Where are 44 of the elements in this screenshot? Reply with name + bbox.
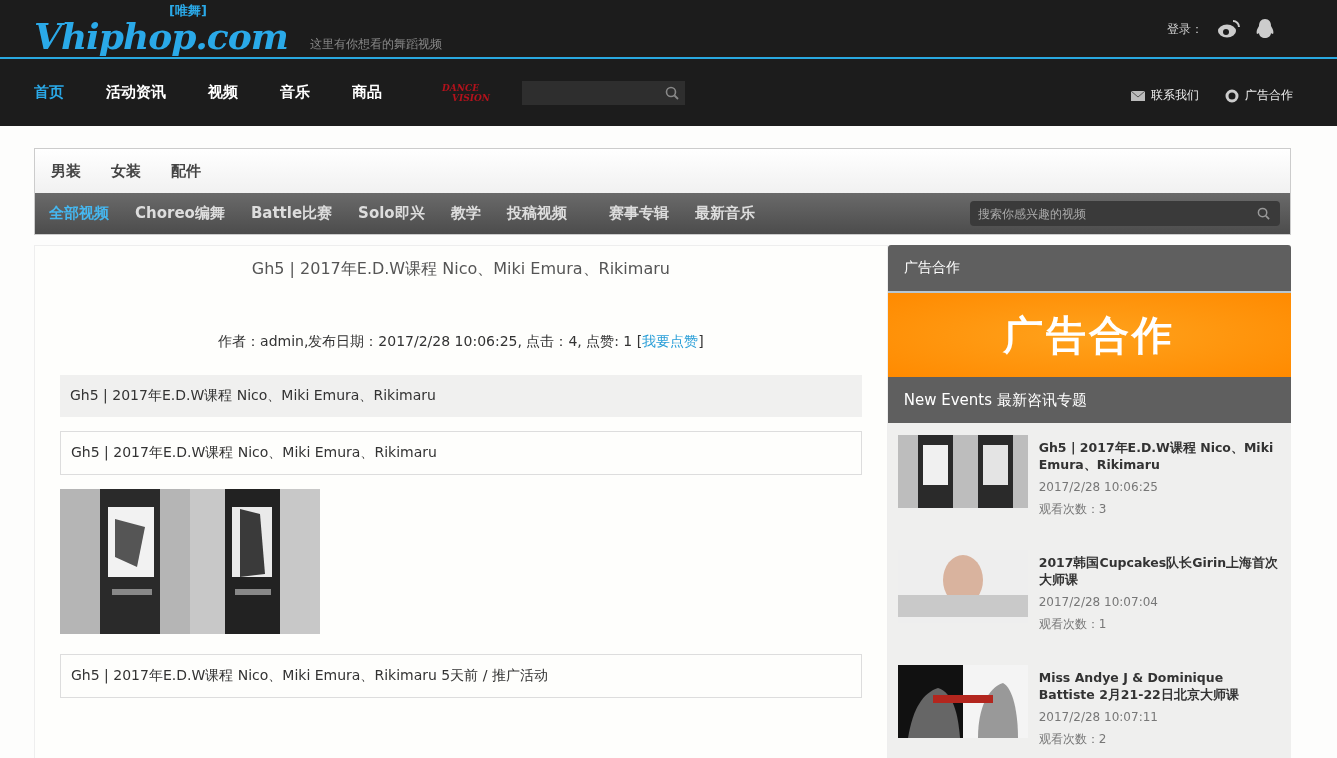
event-title[interactable]: Gh5 | 2017年E.D.W课程 Nico、Miki Emura、Rikimaru <box>1038 439 1281 473</box>
article-paragraph: Gh5 | 2017年E.D.W课程 Nico、Miki Emura、Rikimaru <box>60 375 862 417</box>
lifebuoy-icon <box>1225 88 1239 103</box>
nav-link[interactable]: 视频 <box>208 83 238 102</box>
video-category-tab[interactable]: 投稿视频 <box>506 204 567 223</box>
nav-link[interactable]: 活动资讯 <box>106 83 166 102</box>
video-category-tab[interactable]: Battle比赛 <box>250 204 333 223</box>
video-search-field[interactable]: 搜索你感兴趣的视频 <box>970 201 1280 226</box>
event-title[interactable]: 2017韩国Cupcakes队长Girin上海首次大师课 <box>1038 554 1281 588</box>
header-link[interactable]: 广告合作 <box>1225 87 1293 104</box>
search-icon[interactable] <box>1257 207 1270 220</box>
video-category-tab[interactable]: 最新音乐 <box>694 204 755 223</box>
envelope-icon <box>1131 90 1145 101</box>
nav-link[interactable]: 商品 <box>352 83 382 102</box>
category-link[interactable]: 配件 <box>171 161 201 181</box>
video-category-tab[interactable]: 赛事专辑 <box>608 204 669 223</box>
event-date: 2017/2/28 10:06:25 <box>1038 480 1159 494</box>
header-link[interactable]: 联系我们 <box>1131 87 1199 104</box>
event-date: 2017/2/28 10:07:11 <box>1038 710 1159 724</box>
article-meta: 作者：admin,发布日期：2017/2/28 10:06:25, 点击：4, 点赞: 1 [我要点赞] <box>217 333 705 351</box>
event-date: 2017/2/28 10:07:04 <box>1038 595 1159 609</box>
view-count: 观看次数：2 <box>1038 731 1108 748</box>
article-title: Gh5 | 2017年E.D.W课程 Nico、Miki Emura、Rikimaru <box>250 259 671 280</box>
sidebar-heading: New Events 最新咨讯专题 <box>887 377 1291 423</box>
site-slogan: 这里有你想看的舞蹈视频 <box>309 36 442 53</box>
article-paragraph: Gh5 | 2017年E.D.W课程 Nico、Miki Emura、Rikimaru <box>60 431 862 475</box>
video-category-tab[interactable]: 教学 <box>450 204 481 223</box>
nav-link[interactable]: 音乐 <box>280 83 310 102</box>
sidebar-heading: 广告合作 <box>887 245 1291 293</box>
penguin-icon[interactable] <box>1255 18 1275 40</box>
category-link[interactable]: 女装 <box>111 161 141 181</box>
site-logo[interactable]: Vhiphop.com [唯舞] <box>34 0 294 57</box>
video-category-tab[interactable]: Choreo编舞 <box>135 204 225 223</box>
login-label: 登录： <box>1167 20 1203 38</box>
article-paragraph: Gh5 | 2017年E.D.W课程 Nico、Miki Emura、Rikimaru 5天前 / 推广活动 <box>60 654 862 698</box>
view-count: 观看次数：1 <box>1038 616 1108 633</box>
search-icon[interactable] <box>664 85 679 100</box>
category-link[interactable]: 男装 <box>51 161 81 181</box>
event-title[interactable]: Miss Andye J & Dominique Battiste 2月21-22日北京大师课 <box>1038 669 1281 703</box>
nav-link[interactable]: 首页 <box>34 83 64 102</box>
view-count: 观看次数：3 <box>1038 501 1108 518</box>
weibo-icon[interactable] <box>1217 19 1241 39</box>
video-category-tab[interactable]: Solo即兴 <box>358 204 425 223</box>
search-field[interactable] <box>521 80 685 105</box>
